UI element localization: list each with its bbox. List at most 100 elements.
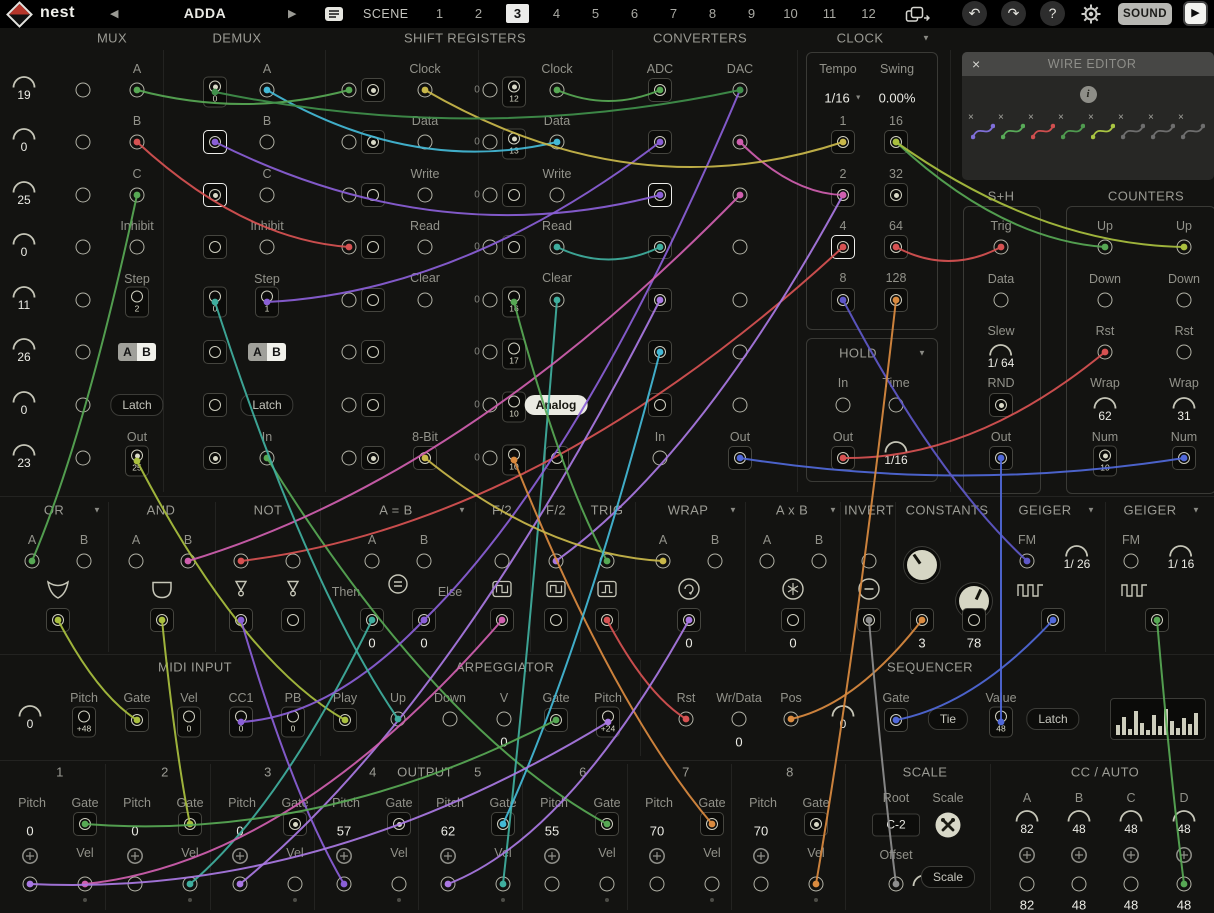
sr1-in-5[interactable] — [342, 293, 357, 308]
midi-cc1-port[interactable]: 0 — [229, 707, 253, 738]
sr1-in-6[interactable] — [342, 345, 357, 360]
sh-trig-port[interactable] — [994, 240, 1009, 255]
counter1-num-port[interactable]: 10 — [1093, 446, 1117, 477]
ch3-gate-port[interactable] — [283, 812, 307, 836]
mux-in-5[interactable] — [76, 293, 91, 308]
demux-step-port[interactable]: 1 — [255, 287, 279, 318]
sr2-bit-5[interactable]: 16 — [502, 287, 526, 318]
scene-button-6[interactable]: 6 — [623, 4, 646, 23]
wire-editor-wire-2[interactable]: × — [1001, 119, 1025, 141]
cc-b-offset-knob[interactable] — [1070, 846, 1088, 864]
demux-out-5[interactable]: 0 — [203, 287, 227, 318]
demux-out-4[interactable] — [203, 235, 227, 259]
counter2-3[interactable] — [1177, 345, 1192, 360]
clock-div-l-1[interactable] — [831, 130, 855, 154]
counter1-3[interactable] — [1098, 345, 1113, 360]
sr2-bit-6[interactable]: 17 — [502, 339, 526, 370]
mux-ch1-knob[interactable]: 19 — [11, 75, 37, 101]
geiger1-caret[interactable]: ▼ — [1087, 506, 1095, 515]
sr1-in-2[interactable] — [342, 135, 357, 150]
ch1-pitch-offset-knob[interactable] — [21, 847, 39, 865]
adc-bit-2[interactable] — [648, 130, 672, 154]
mux-ch8-knob[interactable]: 23 — [11, 443, 37, 469]
geiger2-fm-port[interactable] — [1124, 554, 1139, 569]
sr2-ctl-3[interactable] — [550, 188, 565, 203]
scale-quantize-button[interactable]: Scale — [921, 866, 975, 888]
counter2-2[interactable] — [1177, 293, 1192, 308]
wire-editor-wire-7[interactable]: × — [1151, 119, 1175, 141]
sh-rnd-port[interactable] — [989, 393, 1013, 417]
sr2-out-port[interactable] — [545, 446, 569, 470]
sr2-ctl-5[interactable] — [550, 293, 565, 308]
midi-gate-port[interactable] — [125, 708, 149, 732]
midi-channel-knob[interactable]: 0 — [17, 704, 43, 730]
adc-bit-3[interactable] — [648, 183, 672, 207]
or-out-port[interactable] — [46, 608, 70, 632]
clock-tempo-select[interactable]: 1/16▼ — [824, 91, 861, 106]
mux-step-port[interactable]: 2 — [125, 287, 149, 318]
sr1-in-4[interactable] — [342, 240, 357, 255]
mux-ch7-knob[interactable]: 0 — [11, 390, 37, 416]
demux-ab-toggle[interactable]: AB — [248, 343, 286, 361]
sr2-mode-button[interactable]: Analog — [525, 395, 588, 415]
dac-bit-2[interactable] — [733, 135, 748, 150]
sr1-ctl-2[interactable] — [418, 135, 433, 150]
clock-div-l-4[interactable] — [831, 288, 855, 312]
wrap-out-port[interactable] — [677, 608, 701, 632]
scene-button-2[interactable]: 2 — [467, 4, 490, 23]
sr2-bit-8[interactable]: 10 — [502, 445, 526, 476]
hold-time-knob[interactable]: 1/16 — [883, 440, 909, 466]
seq-length-knob[interactable]: 0 — [830, 704, 856, 730]
mux-out-port[interactable]: 25 — [125, 446, 149, 477]
sr2-in-2[interactable] — [483, 135, 498, 150]
and-out-port[interactable] — [150, 608, 174, 632]
demux-sel-1[interactable] — [260, 83, 275, 98]
wire-editor-wire-6[interactable]: × — [1121, 119, 1145, 141]
wire-editor-wire-4[interactable]: × — [1061, 119, 1085, 141]
scale-root-select[interactable]: C-2 — [872, 814, 920, 837]
arp-voices-port[interactable] — [497, 712, 512, 727]
ch4-pitch-offset-knob[interactable] — [335, 847, 353, 865]
clock-div-r-1[interactable] — [884, 130, 908, 154]
sr1-bit-6[interactable] — [361, 340, 385, 364]
cc-c-knob[interactable]: 48 — [1118, 809, 1144, 835]
not1-in-port[interactable] — [234, 554, 249, 569]
ch2-pitch-offset-knob[interactable] — [126, 847, 144, 865]
mux-sel-4[interactable] — [130, 240, 145, 255]
midi-pb-port[interactable]: 0 — [281, 707, 305, 738]
scene-copy-icon[interactable] — [905, 6, 931, 28]
cc-b-port[interactable] — [1072, 877, 1087, 892]
ch6-pitch-offset-knob[interactable] — [543, 847, 561, 865]
arp-gate-port[interactable] — [544, 708, 568, 732]
sh-data-port[interactable] — [994, 293, 1009, 308]
geiger2-caret[interactable]: ▼ — [1192, 506, 1200, 515]
ch4-pitch-cv-port[interactable] — [337, 877, 352, 892]
cc-a-port[interactable] — [1020, 877, 1035, 892]
mux-in-3[interactable] — [76, 188, 91, 203]
mux-latch-button[interactable]: Latch — [110, 394, 163, 416]
dac-bit-4[interactable] — [733, 240, 748, 255]
axb-b-port[interactable] — [812, 554, 827, 569]
scene-button-7[interactable]: 7 — [662, 4, 685, 23]
sr1-bit-4[interactable] — [361, 235, 385, 259]
ch6-gate-port[interactable] — [595, 812, 619, 836]
clock-div-l-3[interactable] — [831, 235, 855, 259]
menu-icon[interactable] — [324, 6, 344, 27]
adc-bit-6[interactable] — [648, 340, 672, 364]
aeb-else-port[interactable] — [412, 608, 436, 632]
wire-editor-wire-5[interactable]: × — [1091, 119, 1115, 141]
hold-in-port[interactable] — [836, 398, 851, 413]
axb-out-port[interactable] — [781, 608, 805, 632]
sr2-bit-7[interactable]: 10 — [502, 392, 526, 423]
sh-slew-knob[interactable]: 1/ 64 — [988, 343, 1015, 369]
trig-out-port[interactable] — [595, 608, 619, 632]
preset-next-icon[interactable]: ▶ — [288, 7, 296, 20]
counter2-num-port[interactable] — [1172, 446, 1196, 470]
sr2-in-4[interactable] — [483, 240, 498, 255]
aeb-caret[interactable]: ▼ — [458, 506, 466, 515]
sr1-out-port[interactable] — [413, 446, 437, 470]
seq-pos-port[interactable] — [784, 712, 799, 727]
geiger1-fm-port[interactable] — [1020, 554, 1035, 569]
sr1-in-7[interactable] — [342, 398, 357, 413]
sr2-bit-1[interactable]: 12 — [502, 77, 526, 108]
